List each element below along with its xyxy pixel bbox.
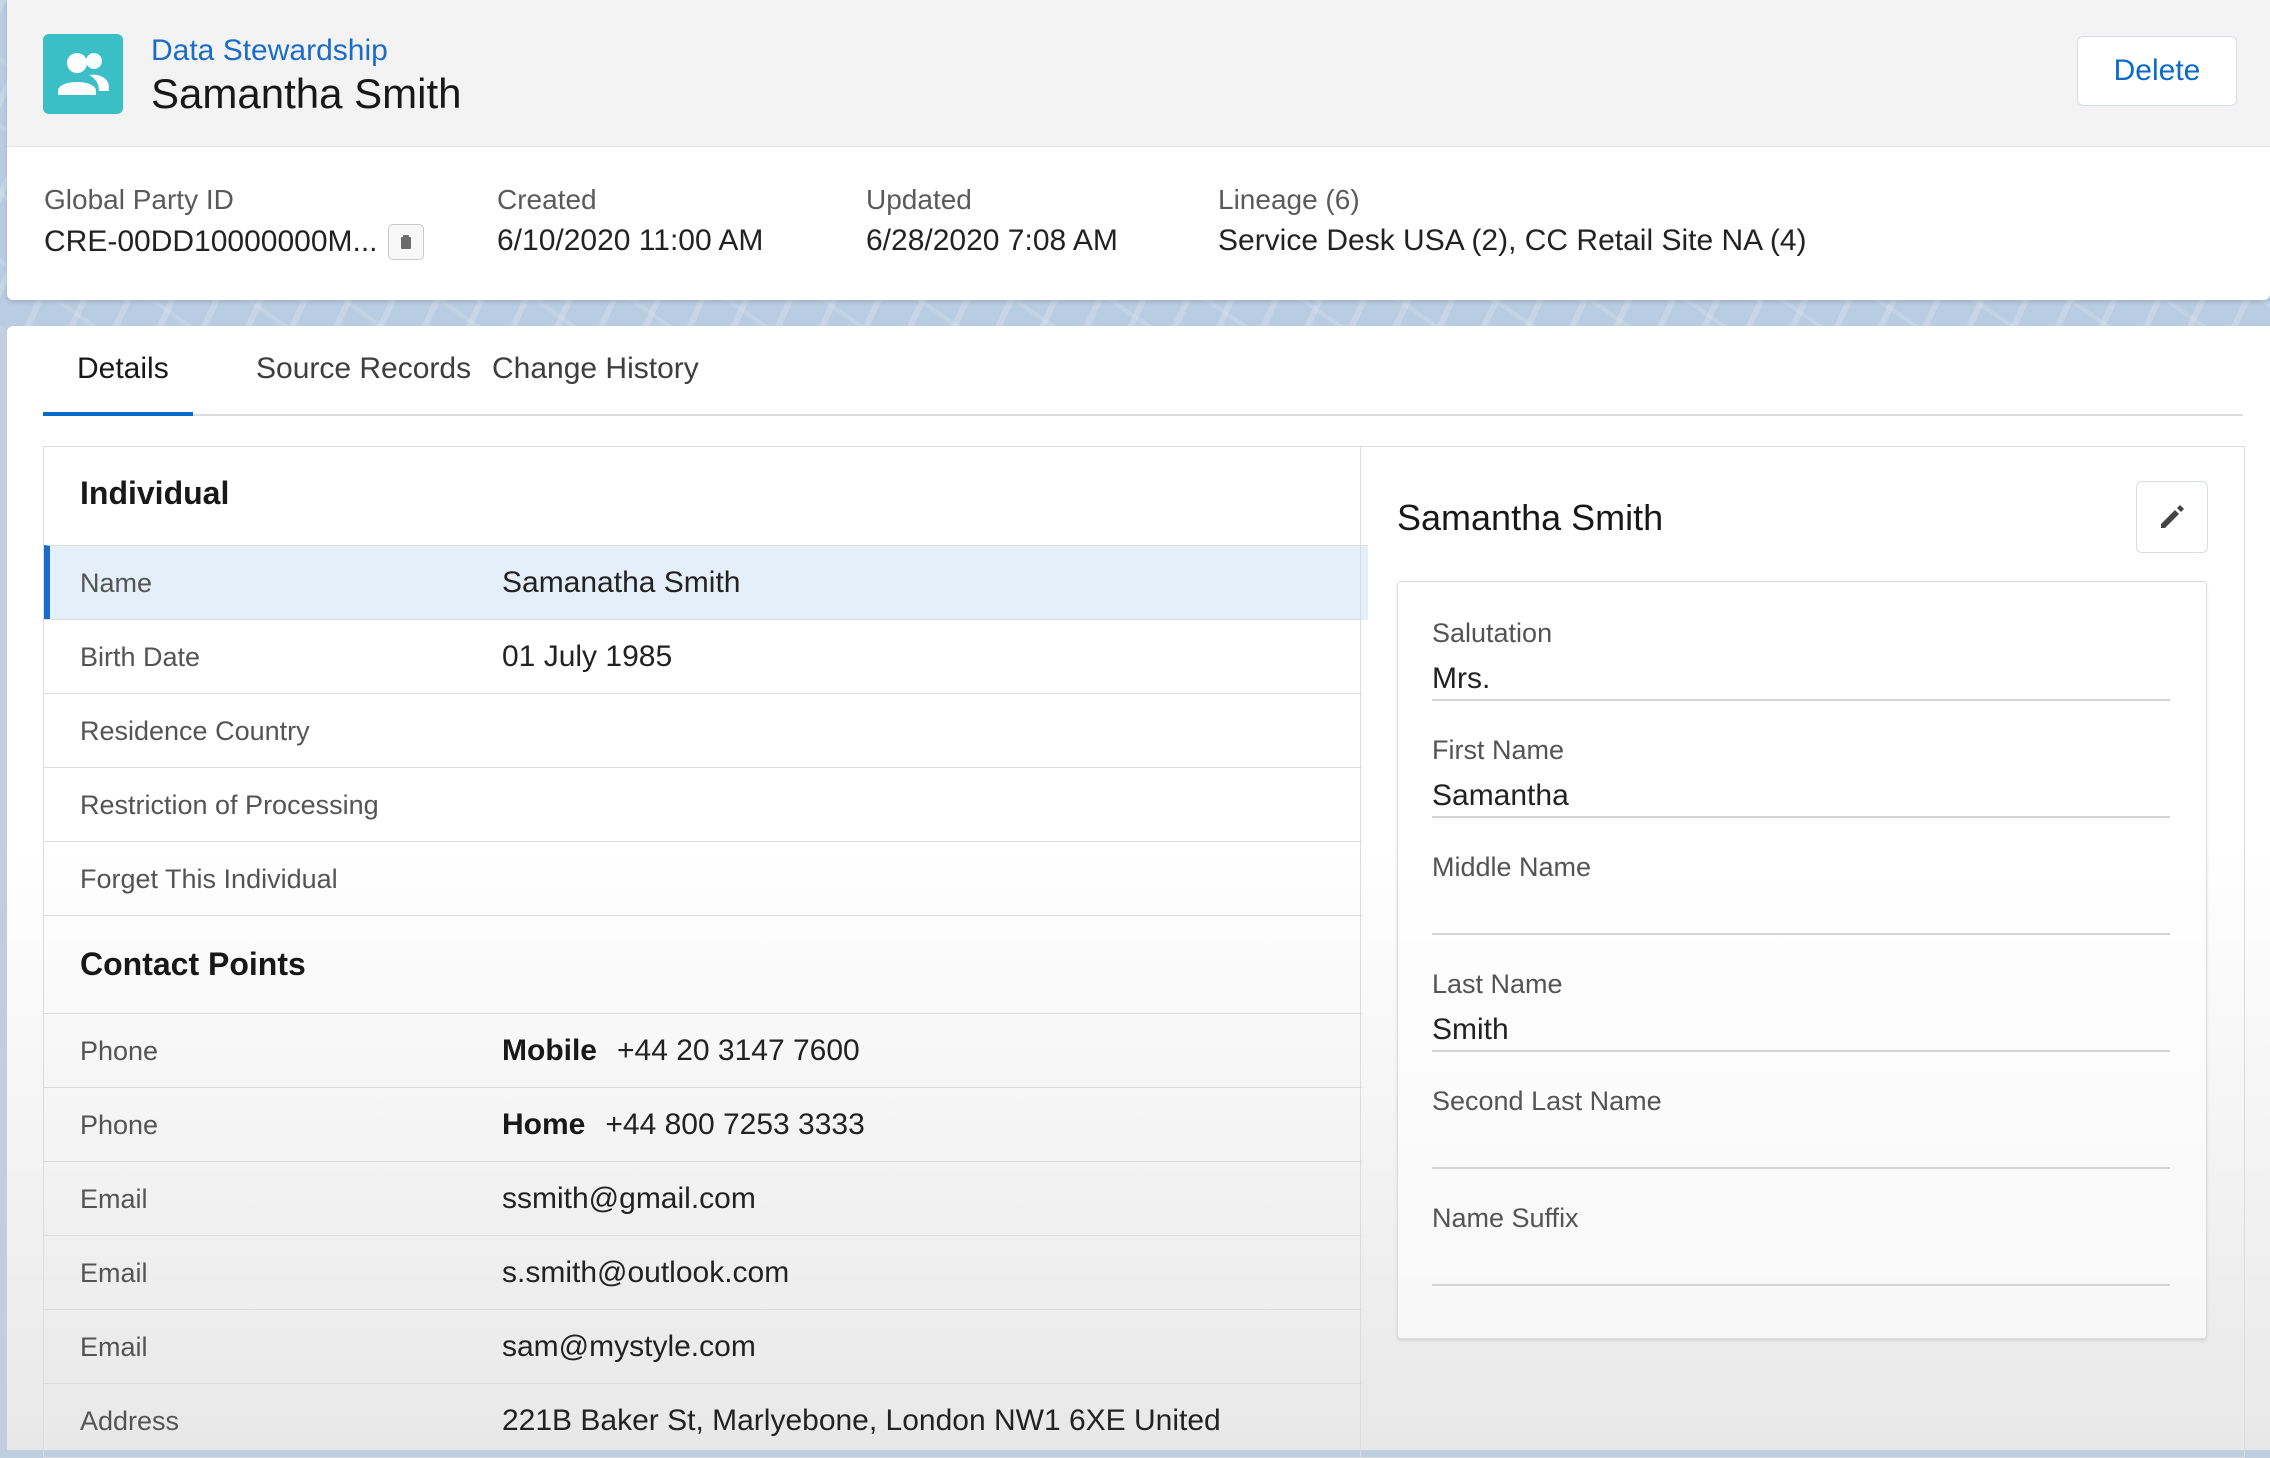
row-value: 221B Baker St, Marlyebone, London NW1 6X…	[502, 1404, 1221, 1437]
detail-panel-title: Samantha Smith	[1397, 497, 1664, 538]
attribute-row[interactable]: Forget This Individual	[44, 841, 1362, 916]
meta-value: 6/10/2020 11:00 AM	[497, 224, 764, 257]
detail-panel: Samantha Smith Salutation Mrs. First Nam…	[1360, 446, 2245, 1458]
meta-value-link[interactable]: Service Desk USA (2), CC Retail Site NA …	[1218, 224, 1807, 258]
contact-row[interactable]: Email s.smith@outlook.com	[44, 1235, 1362, 1310]
tab-divider	[43, 414, 2243, 416]
row-label: Restriction of Processing	[80, 789, 379, 820]
meta-global-party-id: Global Party ID CRE-00DD10000000M...	[44, 184, 424, 260]
attribute-row[interactable]: Birth Date 01 July 1985	[44, 619, 1362, 694]
tab-change-history[interactable]: Change History	[492, 352, 699, 386]
field-last-name[interactable]: Last Name Smith	[1432, 933, 2170, 1052]
row-label: Email	[80, 1331, 148, 1362]
row-label: Email	[80, 1183, 148, 1214]
attributes-panel: Individual Name Samanatha Smith Birth Da…	[43, 446, 1368, 1458]
attribute-row[interactable]: Restriction of Processing	[44, 767, 1362, 842]
page-title: Samantha Smith	[151, 70, 462, 117]
details-card: Details Source Records Change History In…	[7, 326, 2270, 1458]
meta-updated: Updated 6/28/2020 7:08 AM	[866, 184, 1118, 258]
field-middle-name[interactable]: Middle Name	[1432, 816, 2170, 935]
row-label: Residence Country	[80, 715, 310, 746]
tab-source-records[interactable]: Source Records	[256, 352, 471, 386]
contact-row[interactable]: Address 221B Baker St, Marlyebone, Londo…	[44, 1383, 1362, 1458]
meta-value: 6/28/2020 7:08 AM	[866, 224, 1118, 257]
contact-row[interactable]: Phone Mobile +44 20 3147 7600	[44, 1013, 1362, 1088]
name-form: Salutation Mrs. First Name Samantha Midd…	[1397, 581, 2207, 1339]
phone-type: Mobile	[502, 1034, 597, 1067]
row-label: Birth Date	[80, 641, 201, 672]
section-divider: Contact Points	[44, 915, 1362, 1014]
row-value: Samanatha Smith	[502, 566, 741, 599]
row-label: Forget This Individual	[80, 863, 338, 894]
meta-label: Created	[497, 184, 597, 215]
pencil-icon[interactable]	[2136, 481, 2208, 553]
header-top-bar: Data Stewardship Samantha Smith Delete	[7, 0, 2270, 147]
contact-row[interactable]: Email sam@mystyle.com	[44, 1309, 1362, 1384]
field-label: Last Name	[1432, 969, 1563, 999]
section-heading-individual: Individual	[80, 475, 230, 511]
field-value: Mrs.	[1432, 662, 1491, 695]
row-label: Email	[80, 1257, 148, 1288]
meta-created: Created 6/10/2020 11:00 AM	[497, 184, 763, 258]
meta-label: Lineage (6)	[1218, 184, 1360, 215]
field-label: Salutation	[1432, 618, 1553, 648]
copy-icon[interactable]	[387, 224, 424, 260]
row-label: Phone	[80, 1035, 159, 1066]
field-value: Samantha	[1432, 779, 1569, 812]
row-label: Name	[80, 567, 153, 598]
field-label: First Name	[1432, 735, 1565, 765]
field-value: Smith	[1432, 1013, 1509, 1046]
meta-lineage: Lineage (6) Service Desk USA (2), CC Ret…	[1218, 184, 1807, 258]
meta-label: Updated	[866, 184, 972, 215]
field-salutation[interactable]: Salutation Mrs.	[1432, 582, 2170, 701]
section-heading-contact-points: Contact Points	[80, 946, 306, 982]
field-second-last-name[interactable]: Second Last Name	[1432, 1050, 2170, 1169]
field-first-name[interactable]: First Name Samantha	[1432, 699, 2170, 818]
row-value: ssmith@gmail.com	[502, 1182, 756, 1215]
record-type-link[interactable]: Data Stewardship	[151, 34, 388, 68]
tab-bar: Details Source Records Change History	[43, 326, 2243, 416]
attribute-row[interactable]: Residence Country	[44, 693, 1362, 768]
row-value: sam@mystyle.com	[502, 1330, 756, 1363]
row-value: s.smith@outlook.com	[502, 1256, 790, 1289]
tab-details[interactable]: Details	[77, 352, 169, 386]
attribute-row[interactable]: Name Samanatha Smith	[44, 545, 1368, 620]
record-header: Data Stewardship Samantha Smith Delete G…	[7, 0, 2270, 300]
row-label: Phone	[80, 1109, 159, 1140]
field-label: Middle Name	[1432, 852, 1592, 882]
field-label: Second Last Name	[1432, 1086, 1662, 1116]
field-name-suffix[interactable]: Name Suffix	[1432, 1167, 2170, 1286]
phone-type: Home	[502, 1108, 586, 1141]
contact-row[interactable]: Email ssmith@gmail.com	[44, 1161, 1362, 1236]
active-tab-indicator	[43, 412, 193, 416]
row-label: Address	[80, 1405, 180, 1436]
row-value: 01 July 1985	[502, 640, 673, 673]
row-value: +44 800 7253 3333	[605, 1108, 865, 1141]
contact-row[interactable]: Phone Home +44 800 7253 3333	[44, 1087, 1362, 1162]
delete-button[interactable]: Delete	[2077, 36, 2237, 106]
field-label: Name Suffix	[1432, 1203, 1579, 1233]
row-value: +44 20 3147 7600	[617, 1034, 860, 1067]
meta-value: CRE-00DD10000000M...	[44, 225, 378, 258]
contacts-icon	[43, 34, 123, 114]
meta-label: Global Party ID	[44, 184, 234, 215]
